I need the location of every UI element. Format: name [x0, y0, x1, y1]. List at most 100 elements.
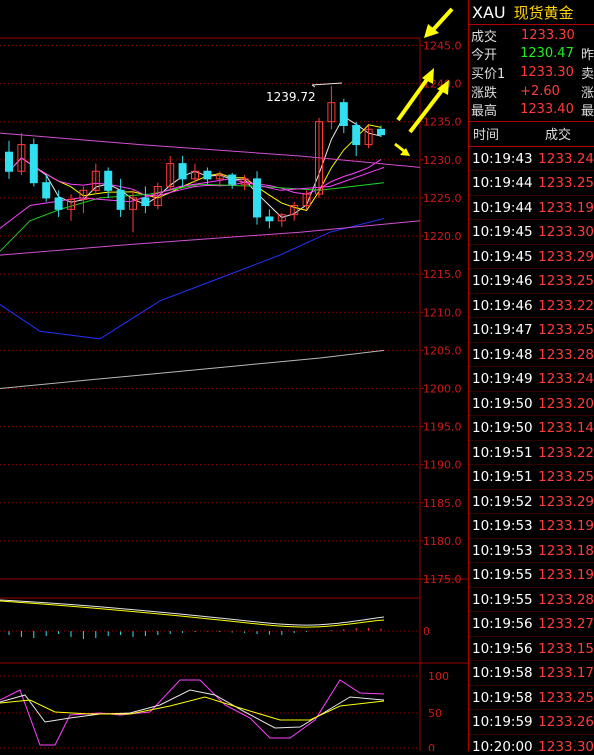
col-header-price: 成交 — [545, 128, 572, 144]
quote-label: 涨跌 — [471, 85, 498, 101]
price-tick-label: 1190.0 — [423, 459, 462, 472]
tick-row[interactable]: 10:19:47 1233.25 — [469, 318, 594, 343]
candle-body[interactable] — [339, 102, 348, 127]
quote-value: 1230.47 — [520, 46, 574, 62]
tick-time: 10:19:50 — [472, 395, 533, 412]
candle-body[interactable] — [178, 163, 187, 180]
tick-row[interactable]: 10:19:44 1233.25 — [469, 171, 594, 196]
price-axis: 1245.01240.01235.01230.01225.01220.01215… — [420, 40, 462, 586]
moving-average-lines — [0, 115, 421, 389]
tick-row[interactable]: 10:19:59 1233.26 — [469, 710, 594, 735]
tick-price: 1233.19 — [538, 199, 594, 216]
quote-value: +2.60 — [520, 83, 560, 99]
tick-row[interactable]: 10:19:52 1233.29 — [469, 490, 594, 515]
tick-row[interactable]: 10:19:58 1233.25 — [469, 686, 594, 711]
tick-price: 1233.19 — [538, 567, 594, 584]
tick-price: 1233.22 — [538, 444, 594, 461]
tick-price: 1233.24 — [538, 150, 594, 167]
price-tick-label: 1220.0 — [423, 230, 462, 243]
candle-body[interactable] — [203, 170, 212, 180]
col-header-time: 时间 — [473, 128, 500, 144]
tick-price: 1233.20 — [538, 395, 594, 412]
tick-row[interactable]: 10:19:49 1233.24 — [469, 367, 594, 392]
tick-time: 10:19:53 — [472, 542, 533, 559]
price-tick-label: 1200.0 — [423, 382, 462, 395]
kdj-d-line — [0, 696, 385, 721]
tick-time: 10:19:44 — [472, 175, 533, 192]
tick-price: 1233.19 — [538, 518, 594, 535]
tick-time: 10:20:00 — [472, 738, 533, 751]
tick-row[interactable]: 10:19:45 1233.29 — [469, 245, 594, 270]
price-tick-label: 1215.0 — [423, 268, 462, 281]
quote-label: 最高 — [471, 104, 498, 120]
candle-body[interactable] — [104, 170, 113, 191]
candle-body[interactable] — [141, 197, 150, 207]
tick-row[interactable]: 10:20:00 1233.30 — [469, 735, 594, 751]
candle-body[interactable] — [116, 189, 125, 210]
tick-time: 10:19:51 — [472, 469, 533, 486]
arrow-icon — [430, 7, 454, 33]
tick-row[interactable]: 10:19:46 1233.22 — [469, 294, 594, 319]
price-chart[interactable]: 1245.01240.01235.01230.01225.01220.01215… — [0, 0, 468, 755]
quote-row: 成交 1233.30 — [469, 26, 594, 45]
tick-row[interactable]: 10:19:55 1233.28 — [469, 588, 594, 613]
tick-row[interactable]: 10:19:44 1233.19 — [469, 196, 594, 221]
tick-price: 1233.17 — [538, 665, 594, 682]
tick-row[interactable]: 10:19:48 1233.28 — [469, 343, 594, 368]
quote-extra-label: 昨 — [580, 48, 594, 64]
tick-price: 1233.18 — [538, 542, 594, 559]
candlestick-chart-area[interactable]: 1245.0 1240.0 1235.0 1230.0 1225.0 1220.0 1215… — [0, 0, 468, 755]
tick-price: 1233.25 — [538, 175, 594, 192]
tick-time: 10:19:44 — [472, 199, 533, 216]
tick-time: 10:19:58 — [472, 665, 533, 682]
macd-zero-label: 0 — [423, 625, 430, 638]
tick-row[interactable]: 10:19:50 1233.14 — [469, 416, 594, 441]
quote-side-panel: XAU 现货黄金 成交 1233.30 今开 1230.47 昨买价1 1233.30 卖涨… — [468, 0, 594, 751]
tick-time: 10:19:47 — [472, 322, 533, 339]
tick-row[interactable]: 10:19:43 1233.24 — [469, 147, 594, 172]
tick-price: 1233.25 — [538, 273, 594, 290]
tick-price: 1233.14 — [538, 420, 594, 437]
tick-price: 1233.25 — [538, 322, 594, 339]
tick-row[interactable]: 10:19:50 1233.20 — [469, 392, 594, 417]
kdj-panel: 100 50 0 — [0, 670, 449, 755]
candle-body[interactable] — [54, 197, 63, 210]
tick-time: 10:19:46 — [472, 273, 533, 290]
tick-time: 10:19:59 — [472, 714, 533, 731]
candle-body[interactable] — [253, 178, 261, 218]
candle-body[interactable] — [377, 128, 385, 136]
tick-row[interactable]: 10:19:58 1233.17 — [469, 661, 594, 686]
candle-body[interactable] — [265, 216, 274, 222]
kdj-k-line — [0, 689, 385, 729]
quote-extra-label: 卖 — [580, 66, 594, 82]
quote-row: 涨跌 +2.60 涨 — [469, 82, 594, 101]
candle-body[interactable] — [29, 144, 38, 184]
tick-time: 10:19:50 — [472, 420, 533, 437]
tick-row[interactable]: 10:19:53 1233.18 — [469, 539, 594, 564]
tick-price: 1233.27 — [538, 616, 594, 633]
tick-row[interactable]: 10:19:53 1233.19 — [469, 514, 594, 539]
tick-price: 1233.25 — [538, 689, 594, 706]
tick-row[interactable]: 10:19:51 1233.25 — [469, 465, 594, 490]
tick-row[interactable]: 10:19:56 1233.27 — [469, 612, 594, 637]
ticks-list[interactable]: 10:19:43 1233.24 10:19:44 1233.25 10:19:44 12… — [469, 147, 594, 751]
quote-value: 1233.40 — [520, 102, 574, 118]
tick-row[interactable]: 10:19:45 1233.30 — [469, 220, 594, 245]
lower-trendline — [0, 220, 421, 256]
candle-body[interactable] — [352, 125, 361, 146]
tick-row[interactable]: 10:19:55 1233.19 — [469, 563, 594, 588]
tick-row[interactable]: 10:19:56 1233.15 — [469, 637, 594, 662]
candle-body[interactable] — [228, 174, 237, 185]
price-tick-label: 1195.0 — [423, 421, 462, 434]
tick-price: 1233.30 — [538, 738, 594, 751]
tick-row[interactable]: 10:19:51 1233.22 — [469, 441, 594, 466]
price-tick-label: 1245.0 — [423, 40, 462, 53]
tick-time: 10:19:52 — [472, 493, 533, 510]
candle-body[interactable] — [42, 182, 51, 199]
candle-body[interactable] — [5, 151, 13, 172]
quote-row: 今开 1230.47 昨 — [469, 45, 594, 64]
ticks-header: 时间 成交 — [469, 122, 594, 147]
tick-row[interactable]: 10:19:46 1233.25 — [469, 269, 594, 294]
tick-time: 10:19:55 — [472, 591, 533, 608]
quote-label: 成交 — [471, 29, 498, 45]
